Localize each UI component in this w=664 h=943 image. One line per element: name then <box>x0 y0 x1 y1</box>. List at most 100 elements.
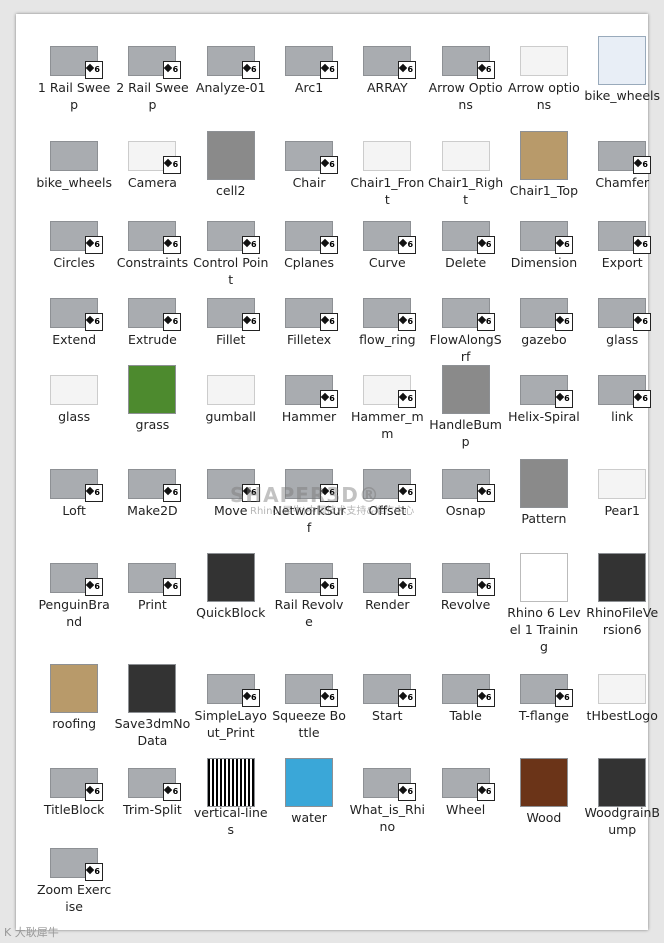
file-name: Chair <box>292 175 326 190</box>
file-thumbnail: 6 <box>48 217 104 254</box>
file-item[interactable]: 6 Zoom Exercise <box>35 838 113 918</box>
rhino-icon: 6 <box>476 484 495 502</box>
file-item[interactable]: 6 Trim-Split <box>113 758 191 838</box>
file-item[interactable]: Wood <box>505 758 583 838</box>
file-thumbnail: 6 <box>205 294 260 331</box>
file-item[interactable]: 6 Curve <box>348 211 426 288</box>
file-item[interactable]: 6 Hammer_mm <box>348 365 426 459</box>
file-item[interactable]: 6 Start <box>348 664 426 758</box>
file-item[interactable]: HandleBump <box>426 365 504 459</box>
thumbnail-image <box>363 141 412 171</box>
file-item[interactable]: RhinoFileVersion6 <box>583 553 661 664</box>
file-item[interactable]: roofing <box>35 664 113 758</box>
file-item[interactable]: QuickBlock <box>192 553 270 664</box>
file-name: Export <box>601 255 643 270</box>
file-name: Osnap <box>445 503 486 518</box>
file-item[interactable]: 6 Print <box>113 553 191 664</box>
thumbnail-image <box>206 375 255 405</box>
file-item[interactable]: 6 Extrude <box>113 288 191 365</box>
file-item[interactable]: 6 Extend <box>35 288 113 365</box>
file-item[interactable]: 6 SimpleLayout_Print <box>192 664 270 758</box>
file-item[interactable]: 6 Helix-Spiral <box>505 365 583 459</box>
file-item[interactable]: 6 link <box>583 365 661 459</box>
file-item[interactable]: bike_wheels <box>35 131 113 211</box>
file-item[interactable]: 6 Dimension <box>505 211 583 288</box>
file-item[interactable]: 6 Squeeze Bottle <box>270 664 348 758</box>
file-item[interactable]: 6 Filletex <box>270 288 348 365</box>
rhino-icon: 6 <box>633 236 652 254</box>
file-item[interactable]: Chair1_Right <box>426 131 504 211</box>
file-name: Hammer <box>281 409 337 424</box>
file-item[interactable]: 6 Delete <box>426 211 504 288</box>
file-thumbnail: 6 <box>126 294 182 331</box>
file-item[interactable]: 6 Analyze-01 <box>192 36 270 131</box>
file-item[interactable]: 6 PenguinBrand <box>35 553 113 664</box>
file-item[interactable]: Pattern <box>505 459 583 553</box>
file-item[interactable]: Chair1_Top <box>505 131 583 211</box>
file-item[interactable]: 6 Arc1 <box>270 36 348 131</box>
file-thumbnail <box>361 137 413 171</box>
file-item[interactable]: 6 Chamfer <box>583 131 661 211</box>
file-item[interactable]: 6 Loft <box>35 459 113 553</box>
file-name: Revolve <box>440 597 491 612</box>
file-item[interactable]: 6 Chair <box>270 131 348 211</box>
file-item[interactable]: glass <box>35 365 113 459</box>
file-name: Control Point <box>193 255 269 287</box>
file-item[interactable]: tHbestLogo <box>583 664 661 758</box>
file-item[interactable]: 6 Control Point <box>192 211 270 288</box>
file-item[interactable]: Chair1_Front <box>348 131 426 211</box>
file-item[interactable]: vertical-lines <box>192 758 270 838</box>
file-item[interactable]: 6 ARRAY <box>348 36 426 131</box>
rhino-version-number: 6 <box>564 394 570 403</box>
file-item[interactable]: 6 Camera <box>113 131 191 211</box>
file-item[interactable]: 6 What_is_Rhino <box>348 758 426 838</box>
file-thumbnail: 6 <box>440 559 495 596</box>
file-item[interactable]: 6 Cplanes <box>270 211 348 288</box>
rhino-version-number: 6 <box>250 240 257 249</box>
file-item[interactable]: 6 Wheel <box>426 758 504 838</box>
file-item[interactable]: 6 Rail Revolve <box>270 553 348 664</box>
file-item[interactable]: 6 Revolve <box>426 553 504 664</box>
watermark-subtitle: Rhino(犀牛)中国技术支持&推广中心 <box>250 506 415 517</box>
bottom-watermark: K 大耿犀牛 <box>4 926 59 939</box>
file-item[interactable]: 6 T-flange <box>505 664 583 758</box>
file-item[interactable]: 6 Circles <box>35 211 113 288</box>
rhino-version-number: 6 <box>172 582 179 591</box>
file-thumbnail <box>205 758 257 807</box>
file-thumbnail <box>518 553 570 602</box>
file-item[interactable]: Rhino 6 Level 1 Training <box>505 553 583 664</box>
rhino-icon: 6 <box>398 61 417 79</box>
file-item[interactable]: 6 glass <box>583 288 661 365</box>
file-item[interactable]: 6 Osnap <box>426 459 504 553</box>
rhino-version-number: 6 <box>485 693 492 702</box>
file-item[interactable]: 6 Constraints <box>113 211 191 288</box>
file-item[interactable]: 6 Make2D <box>113 459 191 553</box>
file-item[interactable]: 6 Arrow Options <box>426 36 504 131</box>
file-item[interactable]: Arrow options <box>505 36 583 131</box>
file-item[interactable]: 6 1 Rail Sweep <box>35 36 113 131</box>
file-item[interactable]: 6 flow_ring <box>348 288 426 365</box>
file-item[interactable]: 6 2 Rail Sweep <box>113 36 191 131</box>
rhino-icon: 6 <box>163 313 182 331</box>
file-item[interactable]: 6 Fillet <box>192 288 270 365</box>
file-thumbnail <box>440 137 492 171</box>
file-thumbnail <box>596 758 648 807</box>
file-item[interactable]: 6 Hammer <box>270 365 348 459</box>
file-item[interactable]: water <box>270 758 348 838</box>
file-item[interactable]: 6 Render <box>348 553 426 664</box>
file-name: Print <box>138 597 167 612</box>
file-item[interactable]: 6 Table <box>426 664 504 758</box>
file-item[interactable]: grass <box>113 365 191 459</box>
file-name: Constraints <box>116 255 189 270</box>
rhino-version-number: 6 <box>485 65 492 74</box>
file-item[interactable]: 6 Export <box>583 211 661 288</box>
file-item[interactable]: 6 gazebo <box>505 288 583 365</box>
file-item[interactable]: Pear1 <box>583 459 661 553</box>
file-item[interactable]: 6 TitleBlock <box>35 758 113 838</box>
file-item[interactable]: cell2 <box>192 131 270 211</box>
file-item[interactable]: gumball <box>192 365 270 459</box>
file-item[interactable]: WoodgrainBump <box>583 758 661 838</box>
file-item[interactable]: bike_wheels <box>583 36 661 131</box>
file-item[interactable]: Save3dmNoData <box>113 664 191 758</box>
file-item[interactable]: 6 FlowAlongSrf <box>426 288 504 365</box>
